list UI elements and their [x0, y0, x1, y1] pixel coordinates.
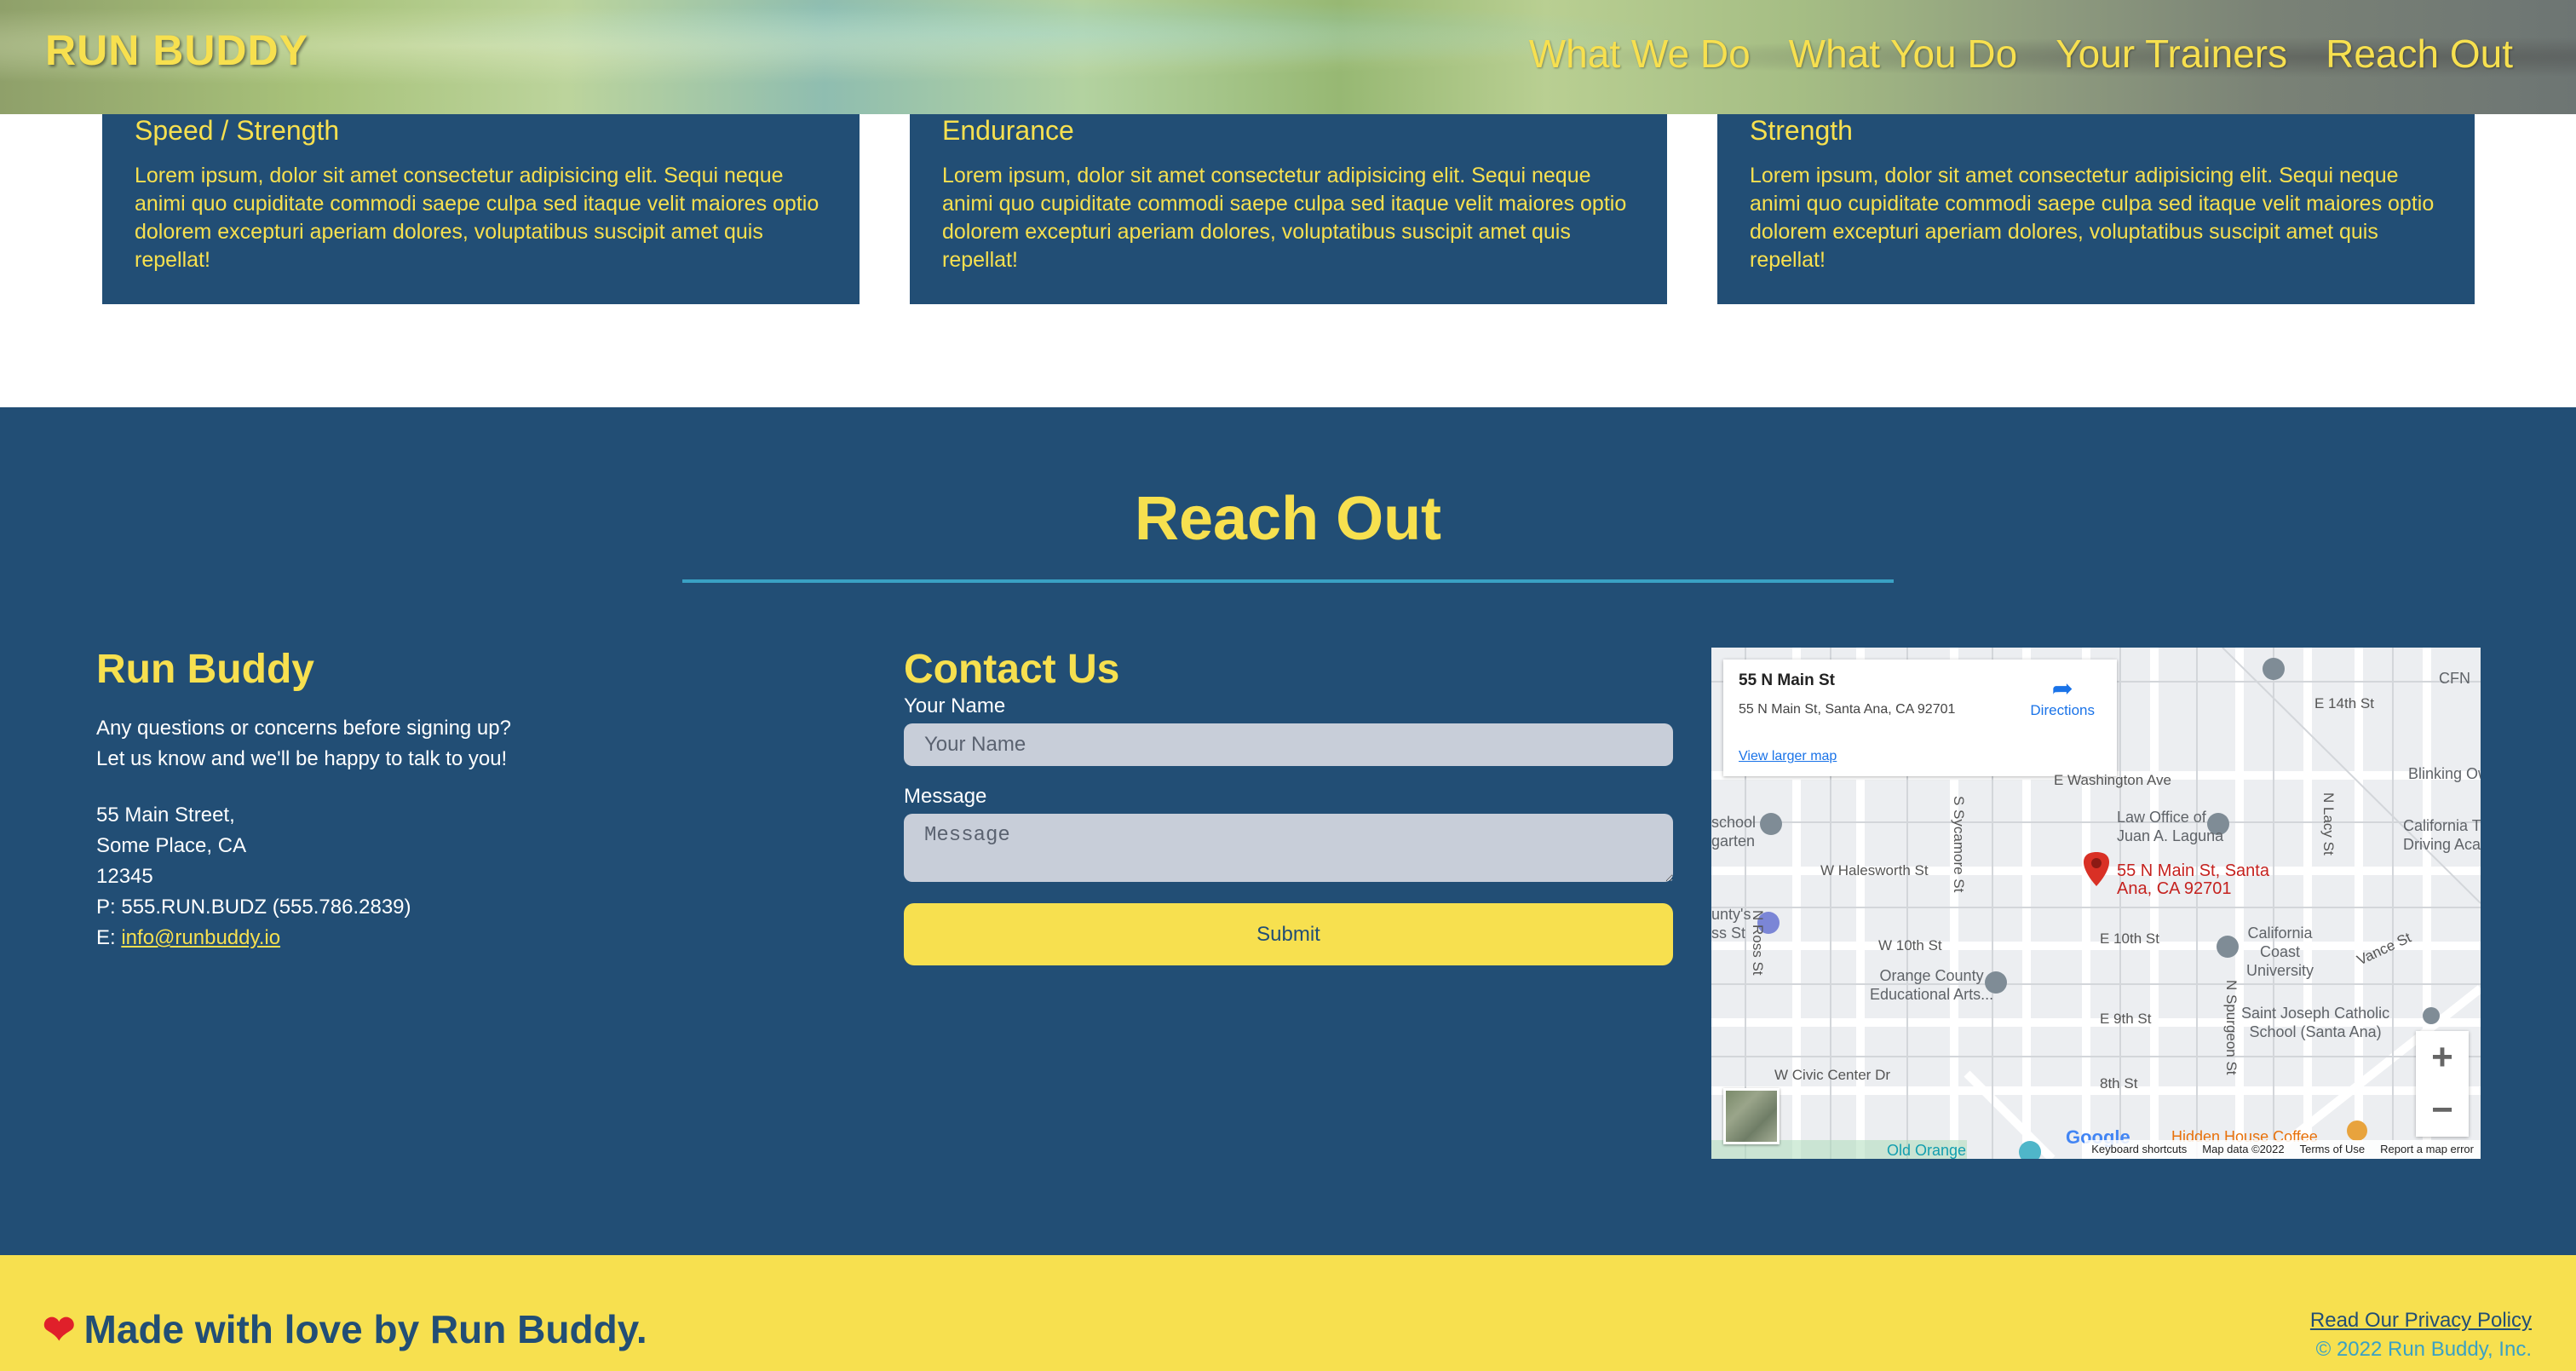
address-city: Some Place, CA — [96, 834, 247, 857]
street-label: 8th St — [2100, 1075, 2138, 1092]
poi-old-orange: Old Orange — [1887, 1142, 1967, 1159]
card-endurance: Endurance Lorem ipsum, dolor sit amet co… — [910, 114, 1667, 304]
street-label: N Lacy St — [2320, 792, 2337, 855]
address-street: 55 Main Street, — [96, 804, 235, 827]
card-text: Lorem ipsum, dolor sit amet consectetur … — [1750, 164, 2435, 272]
street-label: E 9th St — [2100, 1011, 2152, 1027]
message-textarea[interactable] — [904, 814, 1673, 882]
poi-law-office: Law Office of Juan A. Laguna — [2117, 809, 2224, 844]
street-label: N Spurgeon St — [2223, 980, 2240, 1075]
section-title: Reach Out — [1134, 485, 1442, 553]
poi-blinking-owl: Blinking Ow — [2408, 765, 2481, 782]
heart-icon: ❤ — [43, 1307, 76, 1351]
directions-label: Directions — [2030, 702, 2095, 718]
info-line-1: Any questions or concerns before signing… — [96, 717, 511, 740]
map-data: Map data ©2022 — [2202, 1143, 2285, 1155]
map-zoom-controls: + − — [2416, 1031, 2469, 1137]
poi-saint-joseph: Saint Joseph Catholic School (Santa Ana) — [2241, 1005, 2390, 1040]
site-header: RUN BUDDY What We Do What You Do Your Tr… — [0, 0, 2576, 114]
contact-info: Run Buddy Any questions or concerns befo… — [96, 646, 863, 953]
page: RUN BUDDY What We Do What You Do Your Tr… — [0, 0, 2576, 1371]
section-divider — [682, 579, 1894, 583]
main-nav: What We Do What You Do Your Trainers Rea… — [1529, 31, 2513, 77]
street-label: W Civic Center Dr — [1774, 1067, 1891, 1083]
street-label: E Washington Ave — [2054, 772, 2171, 788]
email-line: E: info@runbuddy.io — [96, 923, 863, 953]
email-link[interactable]: info@runbuddy.io — [121, 926, 280, 949]
poi-california-coast: California Coast University — [2246, 925, 2314, 979]
street-label: S Sycamore St — [1951, 796, 1967, 893]
site-footer: ❤ Made with love by Run Buddy. Read Our P… — [0, 1255, 2576, 1371]
submit-button[interactable]: Submit — [904, 903, 1673, 965]
card-text: Lorem ipsum, dolor sit amet consectetur … — [135, 164, 819, 272]
map-report-error[interactable]: Report a map error — [2380, 1140, 2474, 1159]
reach-out-section: Reach Out Run Buddy Any questions or con… — [0, 407, 2576, 1255]
street-label: E 10th St — [2100, 930, 2159, 947]
privacy-policy-link[interactable]: Read Our Privacy Policy — [2310, 1309, 2532, 1333]
card-title: Strength — [1750, 115, 1853, 146]
card-speed-strength: Speed / Strength Lorem ipsum, dolor sit … — [102, 114, 860, 304]
poi-county: unty's ss St — [1711, 906, 1751, 942]
poi-school: school garten — [1711, 814, 1757, 850]
nav-what-you-do[interactable]: What You Do — [1789, 31, 2018, 77]
card-text: Lorem ipsum, dolor sit amet consectetur … — [942, 164, 1627, 272]
street-label: W Halesworth St — [1820, 862, 1929, 878]
card-title: Endurance — [942, 115, 1074, 146]
zoom-out-icon[interactable]: − — [2416, 1084, 2469, 1137]
footer-credit-text: Made with love by Run Buddy. — [83, 1307, 647, 1351]
contact-form: Contact Us Your Name Message Submit — [904, 646, 1673, 965]
nav-reach-out[interactable]: Reach Out — [2326, 31, 2513, 77]
street-label: N Ross St — [1750, 910, 1766, 976]
map-footer: Keyboard shortcuts Map data ©2022 Terms … — [2084, 1140, 2481, 1159]
info-title: Run Buddy — [96, 647, 314, 692]
view-larger-map-link[interactable]: View larger map — [1739, 749, 1837, 764]
embedded-map[interactable]: 55 N Main St 55 N Main St, Santa Ana, CA… — [1711, 648, 2481, 1159]
street-label: E 14th St — [2314, 695, 2374, 711]
site-logo[interactable]: RUN BUDDY — [45, 26, 308, 75]
directions-button[interactable]: ➦ Directions — [2030, 677, 2095, 719]
poi-orange-county: Orange County Educational Arts... — [1870, 967, 1994, 1003]
nav-what-we-do[interactable]: What We Do — [1529, 31, 1751, 77]
nav-your-trainers[interactable]: Your Trainers — [2056, 31, 2287, 77]
map-pin-label: 55 N Main St, Santa Ana, CA 92701 — [2117, 861, 2269, 898]
zoom-in-icon[interactable]: + — [2416, 1031, 2469, 1084]
card-title: Speed / Strength — [135, 115, 340, 146]
map-layer-toggle[interactable] — [1723, 1088, 1780, 1144]
map-keyboard-shortcuts[interactable]: Keyboard shortcuts — [2091, 1140, 2187, 1159]
contact-title: Contact Us — [904, 647, 1120, 692]
map-place-card: 55 N Main St 55 N Main St, Santa Ana, CA… — [1723, 660, 2117, 776]
street-label: W 10th St — [1878, 937, 1942, 953]
name-input[interactable] — [904, 723, 1673, 766]
map-terms[interactable]: Terms of Use — [2300, 1140, 2366, 1159]
poi-cfn: CFN — [2439, 670, 2470, 687]
copyright: © 2022 Run Buddy, Inc. — [2315, 1338, 2532, 1361]
info-line-2: Let us know and we'll be happy to talk t… — [96, 747, 508, 770]
card-strength: Strength Lorem ipsum, dolor sit amet con… — [1717, 114, 2475, 304]
email-prefix: E: — [96, 926, 122, 949]
name-label: Your Name — [904, 694, 1006, 717]
footer-credit: ❤ Made with love by Run Buddy. — [43, 1306, 647, 1352]
footer-links: Read Our Privacy Policy © 2022 Run Buddy… — [2310, 1309, 2532, 1362]
poi-california-tru: California TruDriving Acade — [2403, 817, 2481, 853]
message-label: Message — [904, 785, 987, 808]
address-zip: 12345 — [96, 865, 153, 888]
directions-icon: ➦ — [2051, 675, 2073, 703]
phone-number: P: 555.RUN.BUDZ (555.786.2839) — [96, 896, 411, 919]
